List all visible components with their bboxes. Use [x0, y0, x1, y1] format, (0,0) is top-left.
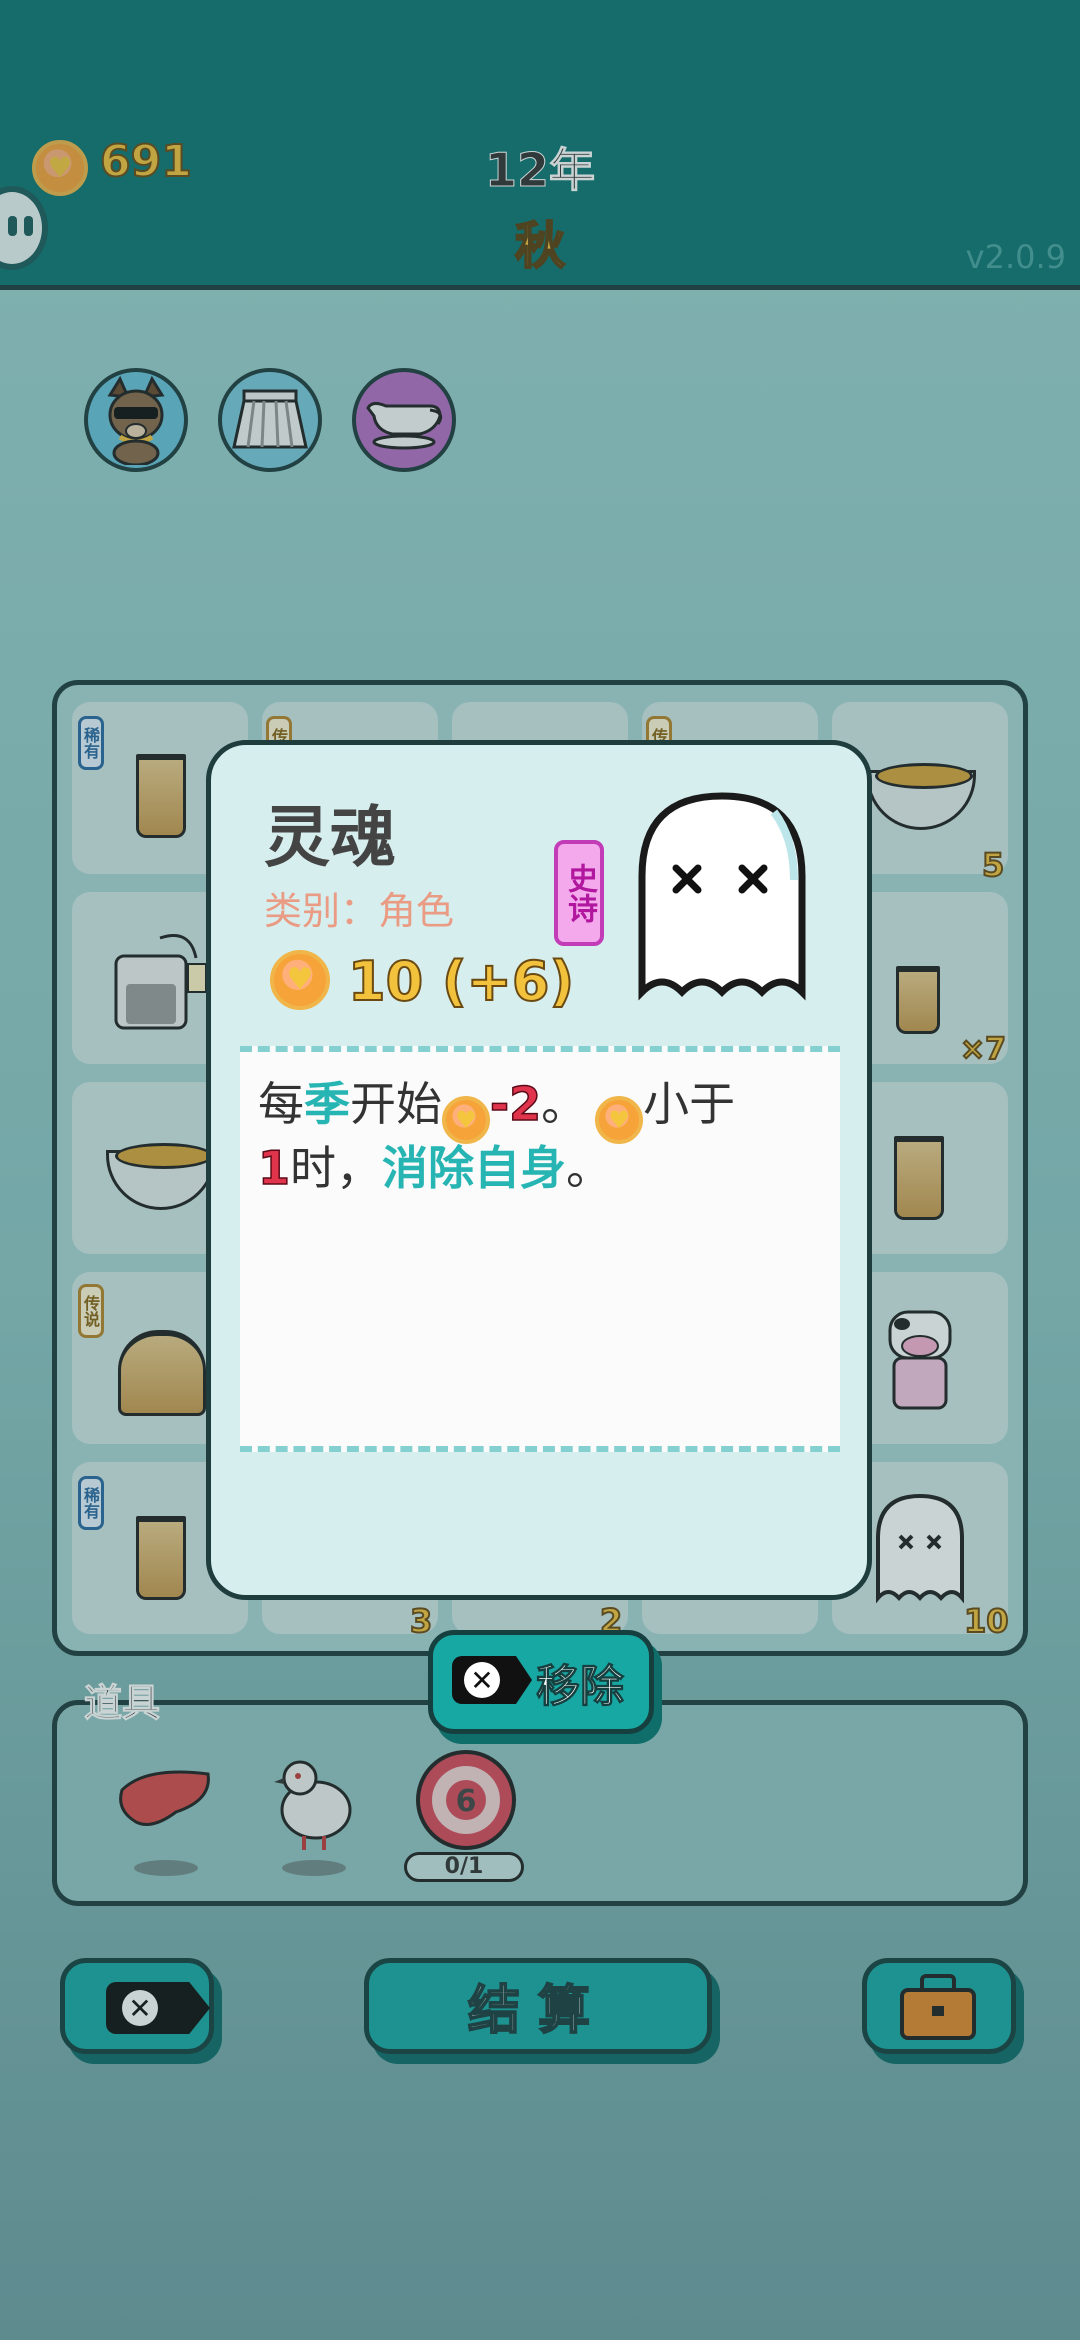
card-value: 10 (+6)	[347, 949, 575, 1014]
remove-label: 移除	[536, 1661, 625, 1713]
ghost-icon	[638, 792, 806, 1001]
card-category: 类别：角色	[264, 889, 455, 933]
close-tag-icon: ✕	[452, 1656, 532, 1704]
coin-icon: ♥	[270, 950, 330, 1010]
card-name: 灵魂	[264, 799, 396, 876]
desc-line-2: 1时，消除自身。	[257, 1140, 613, 1196]
rarity-badge: 史诗	[554, 840, 604, 946]
